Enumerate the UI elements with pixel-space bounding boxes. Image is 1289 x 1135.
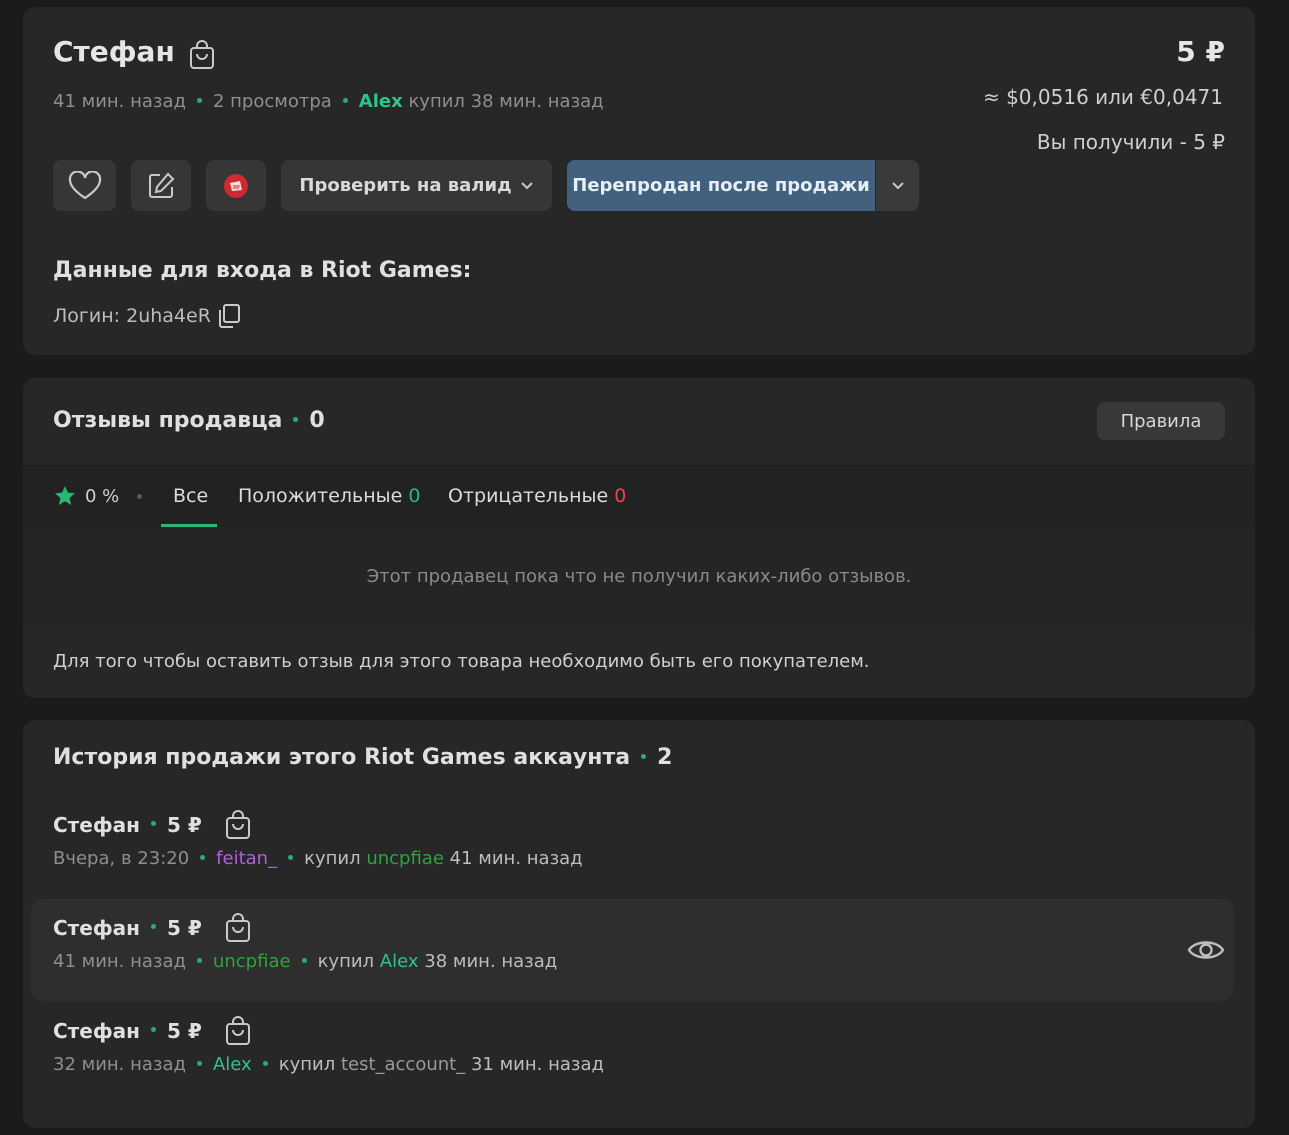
tab-positive-label: Положительные [238, 485, 403, 507]
riot-games-button[interactable] [206, 160, 266, 211]
chevron-down-icon [891, 181, 904, 189]
history-row-title: Стефан 5 ₽ [53, 913, 557, 943]
edit-icon [149, 172, 175, 198]
listing-time: 41 мин. назад [53, 91, 186, 112]
history-title: История продажи этого Riot Games аккаунт… [53, 745, 672, 770]
history-row-title: Стефан 5 ₽ [53, 1016, 604, 1046]
buyer-link[interactable]: uncpfiae [366, 848, 444, 869]
received-amount: Вы получили - 5 ₽ [1036, 130, 1225, 154]
listing-buyer-link[interactable]: Alex [359, 91, 403, 112]
reviews-title-text: Отзывы продавца [53, 408, 283, 433]
tab-negative-count: 0 [614, 485, 627, 507]
history-card: История продажи этого Riot Games аккаунт… [23, 720, 1255, 1128]
bag-icon[interactable] [224, 810, 252, 840]
tab-negative[interactable]: Отрицательные 0 [448, 485, 626, 507]
rating-value: 0 % [85, 485, 120, 507]
tab-positive[interactable]: Положительные 0 [238, 485, 421, 507]
login-text: Логин: 2uha4eR [53, 305, 211, 327]
rules-label: Правила [1120, 410, 1202, 432]
history-title-text: История продажи этого Riot Games аккаунт… [53, 745, 631, 770]
history-count: 2 [657, 745, 673, 770]
history-row[interactable]: Стефан 5 ₽ 41 мин. назад uncpfiae купил Ale… [53, 913, 557, 972]
bag-icon[interactable] [188, 40, 216, 70]
review-notice: Для того чтобы оставить отзыв для этого … [53, 651, 870, 672]
resold-label: Перепродан после продажи [572, 175, 870, 196]
riot-games-icon [224, 173, 248, 198]
star-icon [55, 486, 75, 505]
tab-positive-count: 0 [408, 485, 421, 507]
listing-meta: 41 мин. назад 2 просмотра Alex купил 38 ми… [53, 91, 604, 112]
heart-icon [68, 170, 101, 199]
bag-icon[interactable] [224, 913, 252, 943]
reviews-count: 0 [309, 408, 325, 433]
rules-button[interactable]: Правила [1097, 402, 1225, 440]
favorite-button[interactable] [53, 160, 116, 211]
price: 5 ₽ [1176, 35, 1225, 68]
reviews-title: Отзывы продавца 0 [53, 408, 325, 433]
seller-link[interactable]: feitan_ [216, 848, 277, 869]
listing-title: Стефан [53, 35, 175, 68]
check-valid-button[interactable]: Проверить на валид [281, 160, 552, 211]
seller-link[interactable]: Alex [213, 1054, 252, 1075]
history-row-title: Стефан 5 ₽ [53, 810, 583, 840]
history-row[interactable]: Стефан 5 ₽ Вчера, в 23:20 feitan_ купил unc… [53, 810, 583, 869]
listing-bought-text: купил 38 мин. назад [408, 91, 604, 112]
chevron-down-icon [520, 181, 533, 189]
listing-card: Стефан 41 мин. назад 2 просмотра Alex купи… [23, 7, 1255, 355]
reviews-card: Отзывы продавца 0 Правила 0 % Все Положит… [23, 378, 1255, 698]
buyer-link[interactable]: Alex [380, 951, 419, 972]
check-valid-label: Проверить на валид [299, 175, 512, 196]
tab-all[interactable]: Все [173, 485, 208, 507]
buyer-link[interactable]: test_account_ [341, 1054, 465, 1075]
resold-button[interactable]: Перепродан после продажи [567, 160, 875, 211]
listing-views: 2 просмотра [212, 91, 332, 112]
history-row-meta: Вчера, в 23:20 feitan_ купил uncpfiae 41 м… [53, 848, 583, 869]
history-row-meta: 41 мин. назад uncpfiae купил Alex 38 мин. … [53, 951, 558, 972]
copy-icon[interactable] [216, 303, 242, 329]
tab-negative-label: Отрицательные [448, 485, 609, 507]
reviews-empty-text: Этот продавец пока что не получил каких-… [366, 566, 912, 587]
history-row-meta: 32 мин. назад Alex купил test_account_ 31 … [53, 1054, 604, 1075]
tabs-separator [137, 494, 142, 499]
history-row[interactable]: Стефан 5 ₽ 32 мин. назад Alex купил test_ac… [53, 1016, 604, 1075]
seller-link[interactable]: uncpfiae [213, 951, 291, 972]
login-header: Данные для входа в Riot Games: [53, 258, 472, 283]
rating: 0 % [53, 484, 119, 508]
eye-icon[interactable] [1187, 935, 1225, 965]
resold-dropdown-button[interactable] [876, 160, 919, 211]
price-converted: ≈ $0,0516 или €0,0471 [982, 85, 1223, 109]
edit-button[interactable] [131, 160, 191, 211]
bag-icon[interactable] [224, 1016, 252, 1046]
